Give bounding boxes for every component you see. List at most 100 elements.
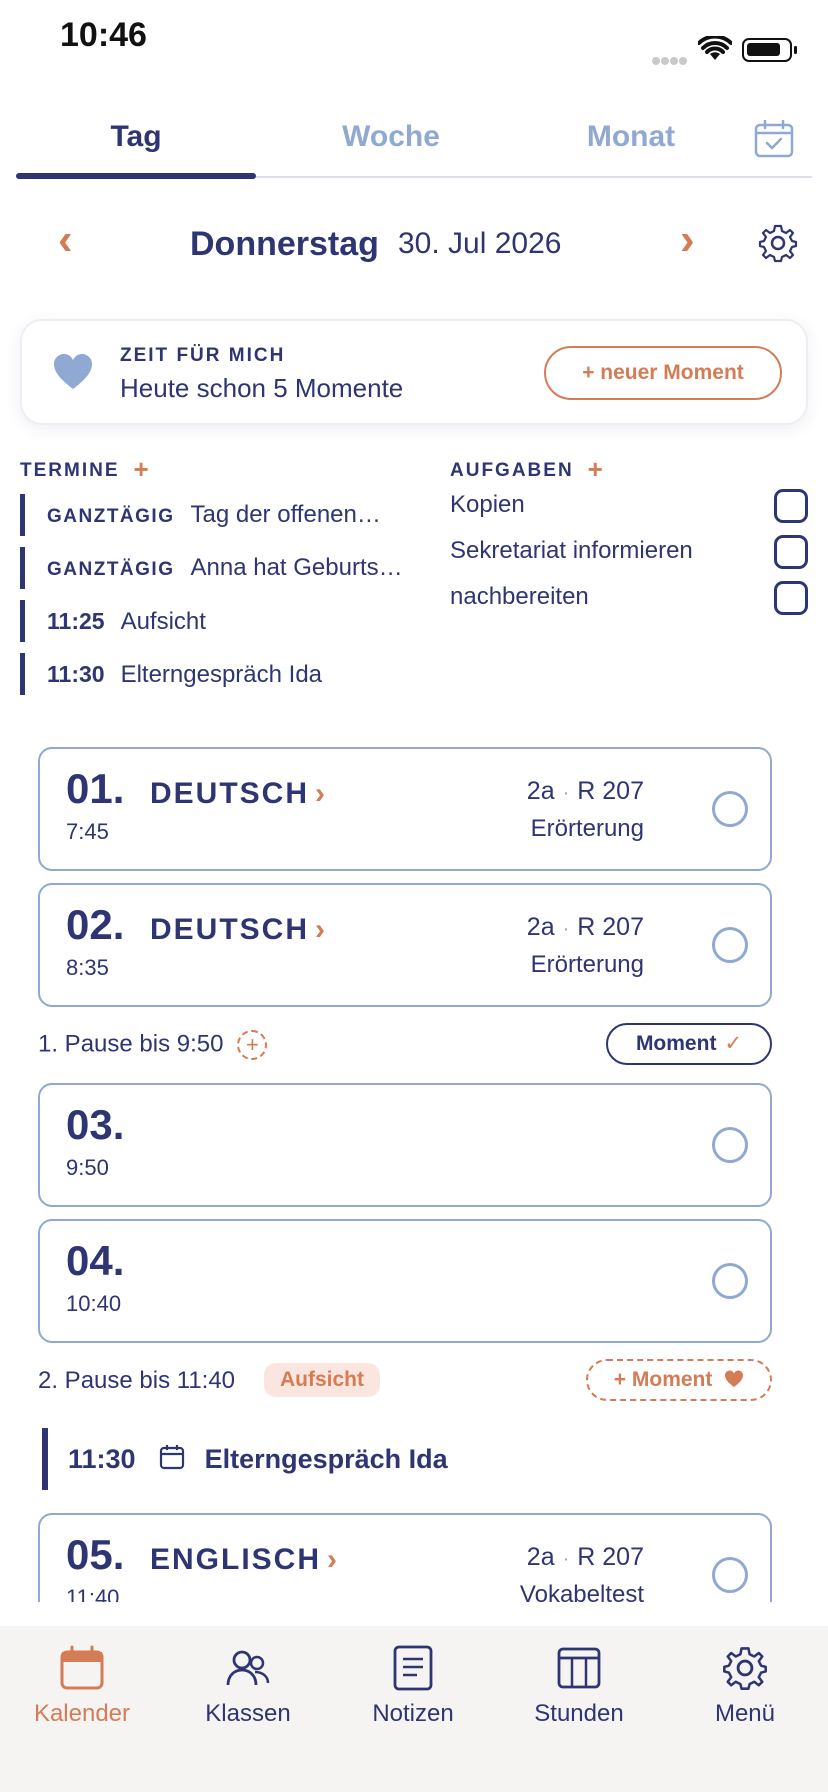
- tabbar-label: Notizen: [372, 1700, 454, 1727]
- task-checkbox[interactable]: [774, 535, 808, 569]
- break-label: 2. Pause bis 11:40: [38, 1367, 236, 1394]
- date-navigation: ‹ Donnerstag 30. Jul 2026 ›: [0, 215, 828, 275]
- moment-done-button[interactable]: Moment ✓: [606, 1023, 772, 1065]
- wifi-icon: [697, 34, 733, 67]
- tabbar-item-timetable[interactable]: Stunden: [504, 1640, 654, 1728]
- appointment-item[interactable]: GANZTÄGIG Tag der offenen…: [20, 494, 381, 536]
- tabbar-label: Menü: [714, 1700, 776, 1727]
- lesson-number: 03.: [66, 1101, 125, 1148]
- appointment-prefix: GANZTÄGIG: [47, 559, 175, 580]
- lesson-time: 11:40: [66, 1585, 120, 1602]
- lesson-class-room: 2a · R 207: [526, 1543, 644, 1571]
- battery-icon: [742, 38, 797, 62]
- task-label[interactable]: nachbereiten: [450, 583, 589, 611]
- lesson-subject[interactable]: DEUTSCH ›: [150, 777, 327, 811]
- lesson-card[interactable]: 02. 8:35 DEUTSCH › 2a · R 207 Erörterung: [38, 883, 772, 1007]
- view-tabs: Tag Woche Monat: [16, 110, 812, 179]
- appointment-item[interactable]: 11:30 Elterngespräch Ida: [20, 653, 322, 695]
- lesson-class-room: 2a · R 207: [526, 777, 644, 805]
- tabbar-label: Klassen: [205, 1700, 291, 1727]
- date-text[interactable]: 30. Jul 2026: [398, 227, 561, 261]
- event-time: 11:30: [68, 1444, 136, 1474]
- calendar-icon: [7, 1640, 157, 1696]
- tabbar-label: Stunden: [534, 1700, 624, 1727]
- heart-icon: [52, 353, 94, 396]
- lesson-card[interactable]: 01. 7:45 DEUTSCH › 2a · R 207 Erörterung: [38, 747, 772, 871]
- tabbar-item-calendar[interactable]: Kalender: [7, 1640, 157, 1728]
- tabbar-item-notes[interactable]: Notizen: [338, 1640, 488, 1728]
- appointment-time: 11:30: [47, 661, 105, 687]
- checkmark-icon: ✓: [724, 1032, 743, 1055]
- status-time: 10:46: [60, 16, 147, 54]
- add-task-button[interactable]: +: [588, 454, 605, 484]
- lesson-done-toggle[interactable]: [712, 791, 748, 827]
- appointments-header: TERMINE +: [20, 452, 151, 484]
- lesson-card[interactable]: 05. 11:40 ENGLISCH › 2a · R 207 Vokabeltest: [38, 1513, 772, 1602]
- lesson-topic: Erörterung: [530, 815, 644, 842]
- tab-day[interactable]: Tag: [16, 120, 256, 154]
- tasks-header: AUFGABEN +: [450, 452, 605, 484]
- lesson-time: 10:40: [66, 1291, 122, 1316]
- heart-icon: [725, 1370, 744, 1388]
- lesson-done-toggle[interactable]: [712, 1263, 748, 1299]
- lesson-subject[interactable]: DEUTSCH ›: [150, 913, 327, 947]
- appointment-item[interactable]: 11:25 Aufsicht: [20, 600, 206, 642]
- me-time-subtitle: Heute schon 5 Momente: [120, 373, 404, 403]
- lesson-topic: Erörterung: [530, 951, 644, 978]
- lesson-time: 8:35: [66, 955, 109, 980]
- signal-icon: [652, 52, 692, 65]
- calendar-check-icon[interactable]: [754, 119, 794, 163]
- appointment-item[interactable]: GANZTÄGIG Anna hat Geburts…: [20, 547, 403, 589]
- lesson-done-toggle[interactable]: [712, 927, 748, 963]
- chevron-right-icon: ›: [327, 1543, 340, 1576]
- break-label: 1. Pause bis 9:50: [38, 1030, 224, 1058]
- task-checkbox[interactable]: [774, 581, 808, 615]
- new-moment-button[interactable]: + neuer Moment: [544, 346, 782, 400]
- chevron-right-icon: ›: [315, 913, 328, 946]
- supervision-badge: Aufsicht: [264, 1363, 380, 1397]
- notes-icon: [338, 1640, 488, 1696]
- appointment-text: Elterngespräch Ida: [120, 661, 323, 688]
- me-time-card: ZEIT FÜR MICH Heute schon 5 Momente + ne…: [20, 319, 808, 425]
- gear-icon[interactable]: [758, 223, 798, 268]
- tab-month[interactable]: Monat: [511, 120, 751, 154]
- lesson-number: 05.: [66, 1531, 125, 1578]
- lesson-subject[interactable]: ENGLISCH ›: [150, 1543, 339, 1577]
- add-appointment-button[interactable]: +: [134, 454, 151, 484]
- bottom-tab-bar: Kalender Klassen Notizen Stunden Menü: [0, 1626, 828, 1792]
- lesson-time: 7:45: [66, 819, 109, 844]
- event-row[interactable]: 11:30 Elterngespräch Ida: [42, 1428, 448, 1490]
- tab-week[interactable]: Woche: [271, 120, 511, 154]
- day-name: Donnerstag: [190, 225, 379, 263]
- lesson-class-room: 2a · R 207: [526, 913, 644, 941]
- task-label[interactable]: Kopien: [450, 491, 525, 519]
- next-day-button[interactable]: ›: [680, 215, 695, 265]
- task-checkbox[interactable]: [774, 489, 808, 523]
- lesson-done-toggle[interactable]: [712, 1557, 748, 1593]
- status-bar: 10:46: [0, 0, 828, 80]
- appointment-prefix: GANZTÄGIG: [47, 506, 175, 527]
- appointment-text: Aufsicht: [120, 608, 206, 635]
- lesson-number: 04.: [66, 1237, 125, 1284]
- tabbar-label: Kalender: [33, 1700, 131, 1727]
- people-icon: [173, 1640, 323, 1696]
- lesson-time: 9:50: [66, 1155, 109, 1180]
- lesson-number: 01.: [66, 765, 125, 812]
- lesson-card[interactable]: 03. 9:50: [38, 1083, 772, 1207]
- break-row: 1. Pause bis 9:50 +: [38, 1030, 268, 1060]
- me-time-label: ZEIT FÜR MICH: [120, 345, 286, 366]
- active-tab-indicator: [16, 173, 256, 179]
- lesson-number: 02.: [66, 901, 125, 948]
- add-break-moment-button[interactable]: +: [237, 1030, 268, 1060]
- add-moment-button[interactable]: + Moment: [586, 1359, 772, 1401]
- event-title: Elterngespräch Ida: [204, 1444, 448, 1474]
- appointment-time: 11:25: [47, 608, 105, 634]
- task-label[interactable]: Sekretariat informieren: [450, 537, 693, 565]
- tabbar-item-menu[interactable]: Menü: [670, 1640, 820, 1728]
- previous-day-button[interactable]: ‹: [58, 215, 73, 265]
- tabbar-item-classes[interactable]: Klassen: [173, 1640, 323, 1728]
- lesson-topic: Vokabeltest: [519, 1581, 644, 1602]
- gear-icon: [670, 1640, 820, 1696]
- lesson-card[interactable]: 04. 10:40: [38, 1219, 772, 1343]
- lesson-done-toggle[interactable]: [712, 1127, 748, 1163]
